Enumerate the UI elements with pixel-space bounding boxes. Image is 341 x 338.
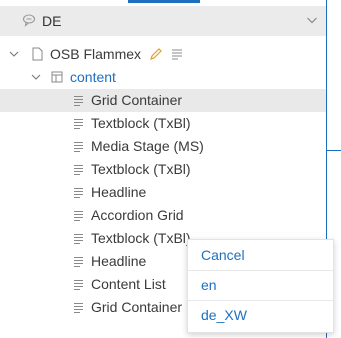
text-lines-icon [74,303,83,313]
tree-item-root[interactable]: OSB Flammex [0,43,326,66]
menu-item-cancel[interactable]: Cancel [188,240,333,270]
text-lines-icon [74,234,83,244]
tree-item[interactable]: Media Stage (MS) [0,135,326,158]
tree-item-label: Content List [91,276,166,292]
tree-item-label: OSB Flammex [50,46,142,62]
text-lines-icon [74,165,83,175]
tree-item-label: Textblock (TxBl) [91,230,191,246]
text-lines-icon [74,257,83,267]
edit-pencil-icon[interactable] [149,47,163,61]
tree-item-content-folder[interactable]: content [0,66,326,89]
chevron-down-icon[interactable] [31,73,41,81]
active-tab-indicator [128,0,200,3]
tree-item-label: Textblock (TxBl) [91,161,191,177]
tree-item-label: Grid Container [91,299,183,315]
chevron-down-icon[interactable] [306,15,318,25]
language-value: DE [42,13,62,29]
tree-item-label: content [70,69,116,85]
layout-icon [51,71,63,83]
tree-item[interactable]: Textblock (TxBl) [0,112,326,135]
page-icon [32,47,43,61]
tree-item[interactable]: Textblock (TxBl) [0,158,326,181]
menu-item-en[interactable]: en [188,270,333,300]
tree-item-label: Textblock (TxBl) [91,115,191,131]
text-lines-icon [74,211,83,221]
text-lines-icon [74,119,83,129]
properties-icon[interactable] [171,48,183,60]
tree-item[interactable]: Headline [0,181,326,204]
text-lines-icon [74,280,83,290]
tree-item-label: Headline [91,253,147,269]
tree-item-label: Accordion Grid [91,207,184,223]
tree-item[interactable]: Accordion Grid [0,204,326,227]
tree-item-label: Media Stage (MS) [91,138,204,154]
text-lines-icon [74,142,83,152]
speech-bubble-icon [22,14,36,27]
panel-divider-tick [326,150,341,151]
language-context-menu: Cancel en de_XW [187,239,334,333]
tree-item-label: Headline [91,184,147,200]
menu-item-de-xw[interactable]: de_XW [188,300,333,330]
language-selector[interactable]: DE [0,6,326,36]
tree-item-label: Grid Container [91,92,183,108]
tree-item[interactable]: Grid Container [0,89,326,112]
text-lines-icon [74,96,83,106]
text-lines-icon [74,188,83,198]
chevron-down-icon[interactable] [9,50,19,58]
